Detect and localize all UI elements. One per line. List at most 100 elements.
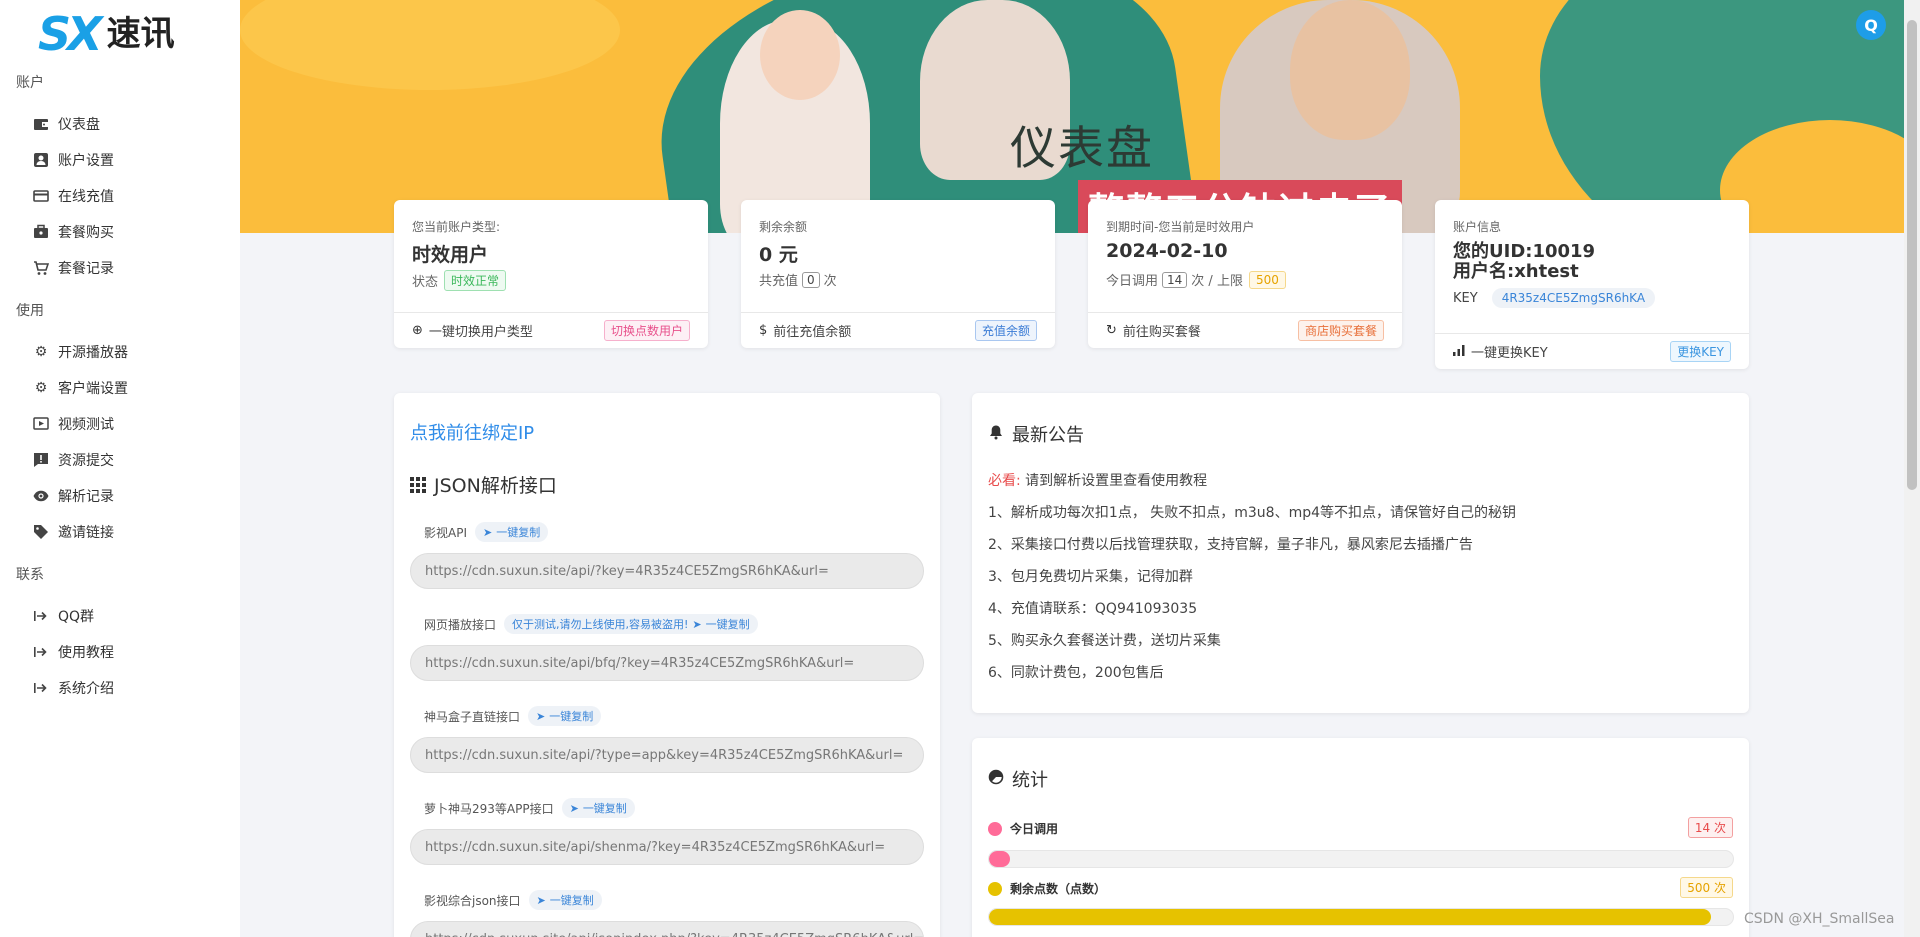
dollar-icon: $: [759, 323, 768, 338]
sidebar-item-system-intro[interactable]: 系统介绍: [32, 676, 114, 700]
sidebar-item-client-settings[interactable]: ⚙ 客户端设置: [32, 376, 128, 400]
card-label: 账户信息: [1453, 220, 1502, 234]
logo[interactable]: SX 速讯: [38, 8, 175, 60]
series-dot: [988, 821, 1002, 836]
send-icon: ➤: [536, 893, 546, 907]
card-label: 剩余余额: [759, 220, 808, 234]
change-key-button[interactable]: 更换KEY: [1670, 341, 1731, 362]
api-label-row: 神马盒子直链接口 ➤ 一键复制: [424, 706, 602, 726]
sidebar-item-video-test[interactable]: 视频测试: [32, 412, 114, 436]
apps-grid-icon: [410, 476, 426, 493]
stat-label: 剩余点数（点数）: [1010, 882, 1107, 896]
login-arrow-icon: [32, 607, 50, 625]
sidebar-item-label: 视频测试: [58, 417, 114, 433]
card-label: 您当前账户类型:: [412, 220, 501, 234]
sidebar-item-qq-group[interactable]: QQ群: [32, 604, 94, 628]
plus-circle-icon: ⊕: [412, 323, 423, 338]
change-key-link[interactable]: 一键更换KEY: [1453, 342, 1548, 361]
copy-button[interactable]: ➤ 一键复制: [528, 890, 602, 910]
sidebar-item-buy-plan[interactable]: 套餐购买: [32, 220, 114, 244]
sidebar-item-parse-records[interactable]: 解析记录: [32, 484, 114, 508]
switch-type-link[interactable]: ⊕ 一键切换用户类型: [412, 321, 533, 340]
banner-shape: [240, 0, 620, 90]
pie-chart-icon: [988, 769, 1004, 790]
expire-card: 到期时间-您当前是时效用户 2024-02-10 今日调用 14 次 / 上限 …: [1088, 200, 1402, 348]
shop-buy-plan-button[interactable]: 商店购买套餐: [1297, 320, 1384, 341]
api-url-field[interactable]: https://cdn.suxun.site/api/?type=app&key…: [410, 737, 924, 773]
sidebar-item-resource-submit[interactable]: 资源提交: [32, 448, 114, 472]
gear-icon: ⚙: [34, 380, 48, 396]
cart-icon: [32, 259, 50, 277]
sidebar-item-dashboard[interactable]: 仪表盘: [32, 112, 100, 136]
switch-points-user-button[interactable]: 切换点数用户: [603, 320, 690, 341]
tag-icon: [32, 523, 50, 541]
footer-text: 前往充值余额: [773, 325, 852, 340]
sidebar-item-open-player[interactable]: ⚙ 开源播放器: [32, 340, 128, 364]
notice-line: 5、购买永久套餐送计费，送切片采集: [988, 633, 1221, 649]
qq-contact-icon[interactable]: Q: [1856, 10, 1886, 40]
footer-text: 一键切换用户类型: [428, 325, 533, 340]
sidebar-item-plan-records[interactable]: 套餐记录: [32, 256, 114, 280]
page-scrollbar[interactable]: [1904, 0, 1920, 937]
banner-person-face: [760, 10, 840, 100]
notice-heading: 最新公告: [988, 421, 1084, 447]
api-label-row: 影视综合json接口 ➤ 一键复制: [424, 890, 602, 910]
api-url-field[interactable]: https://cdn.suxun.site/api/shenma/?key=4…: [410, 829, 924, 865]
status-label: 状态: [412, 275, 439, 290]
copy-button[interactable]: ➤ 一键复制: [475, 522, 549, 542]
stats-panel: 统计 今日调用 14 次 剩余点数（点数） 500 次: [972, 738, 1749, 937]
section-contact: 联系: [16, 567, 44, 583]
copy-label: 一键复制: [549, 894, 594, 907]
must-read-label: 必看:: [988, 473, 1021, 489]
footer-text: 一键更换KEY: [1471, 346, 1548, 361]
notice-panel: 最新公告 必看: 请到解析设置里查看使用教程 1、解析成功每次扣1点， 失败不扣…: [972, 393, 1749, 713]
notice-line: 4、充值请联系：QQ941093035: [988, 601, 1198, 617]
sidebar-item-label: 系统介绍: [58, 681, 114, 697]
api-url-field[interactable]: https://cdn.suxun.site/api/bfq/?key=4R35…: [410, 645, 924, 681]
card-sub: 今日调用 14 次 / 上限 500: [1106, 270, 1286, 289]
api-warning-note: 仅于测试,请勿上线使用,容易被盗用!: [512, 618, 689, 631]
api-url-field[interactable]: https://cdn.suxun.site/api/?key=4R35z4CE…: [410, 553, 924, 589]
key-row: KEY 4R35z4CE5ZmgSR6hKA: [1453, 288, 1656, 308]
eye-icon: [32, 487, 50, 505]
sidebar-item-label: QQ群: [58, 609, 95, 625]
api-label-row: 影视API ➤ 一键复制: [424, 522, 549, 542]
card-value: 时效用户: [412, 244, 489, 266]
sidebar-item-label: 账户设置: [58, 153, 114, 169]
card-footer: $ 前往充值余额 充值余额: [741, 312, 1055, 348]
notice-line: 1、解析成功每次扣1点， 失败不扣点，m3u8、mp4等不扣点，请保管好自己的秘…: [988, 505, 1517, 521]
recharge-count: 0: [802, 271, 820, 288]
dashboard-banner: 仪表盘 整整五分钟过去了: [240, 0, 1904, 233]
login-arrow-icon: [32, 643, 50, 661]
go-recharge-link[interactable]: $ 前往充值余额: [759, 321, 851, 340]
api-panel: 点我前往绑定IP JSON解析接口 影视API ➤ 一键复制 https://cd…: [394, 393, 940, 937]
scrollbar-thumb[interactable]: [1907, 20, 1917, 490]
api-url-field[interactable]: https://cdn.suxun.site/api/jsonindex.php…: [410, 921, 924, 937]
send-icon: ➤: [536, 709, 546, 723]
recharge-balance-button[interactable]: 充值余额: [974, 320, 1037, 341]
api-label: 神马盒子直链接口: [424, 709, 521, 724]
card-footer: ⊕ 一键切换用户类型 切换点数用户: [394, 312, 708, 348]
sidebar-item-recharge[interactable]: 在线充值: [32, 184, 114, 208]
key-label: KEY: [1453, 290, 1478, 306]
copy-button[interactable]: ➤ 一键复制: [561, 798, 635, 818]
page-title: 仪表盘: [1010, 121, 1154, 175]
notice-line: 2、采集接口付费以后找管理获取，支持官解，量子非凡，暴风索尼去插播广告: [988, 537, 1473, 553]
sidebar-item-label: 开源播放器: [58, 345, 128, 361]
sidebar-item-invite-link[interactable]: 邀请链接: [32, 520, 114, 544]
copy-button[interactable]: 仅于测试,请勿上线使用,容易被盗用! ➤ 一键复制: [504, 614, 758, 634]
calls-prefix: 今日调用: [1106, 274, 1159, 289]
copy-label: 一键复制: [582, 802, 627, 815]
stat-label: 今日调用: [1010, 822, 1059, 836]
stat-label-today-calls: 今日调用: [988, 820, 1058, 837]
copy-button[interactable]: ➤ 一键复制: [528, 706, 602, 726]
go-buy-plan-link[interactable]: ↻ 前往购买套餐: [1106, 321, 1201, 340]
balance-card: 剩余余额 0 元 共充值 0 次 $ 前往充值余额 充值余额: [741, 200, 1055, 348]
sidebar-item-account-settings[interactable]: 账户设置: [32, 148, 114, 172]
logo-text: 速讯: [106, 14, 175, 54]
send-icon: ➤: [692, 617, 702, 631]
bind-ip-link[interactable]: 点我前往绑定IP: [410, 419, 534, 445]
sidebar-item-tutorial[interactable]: 使用教程: [32, 640, 114, 664]
sidebar-item-label: 仪表盘: [58, 117, 100, 133]
key-value: 4R35z4CE5ZmgSR6hKA: [1491, 288, 1656, 308]
